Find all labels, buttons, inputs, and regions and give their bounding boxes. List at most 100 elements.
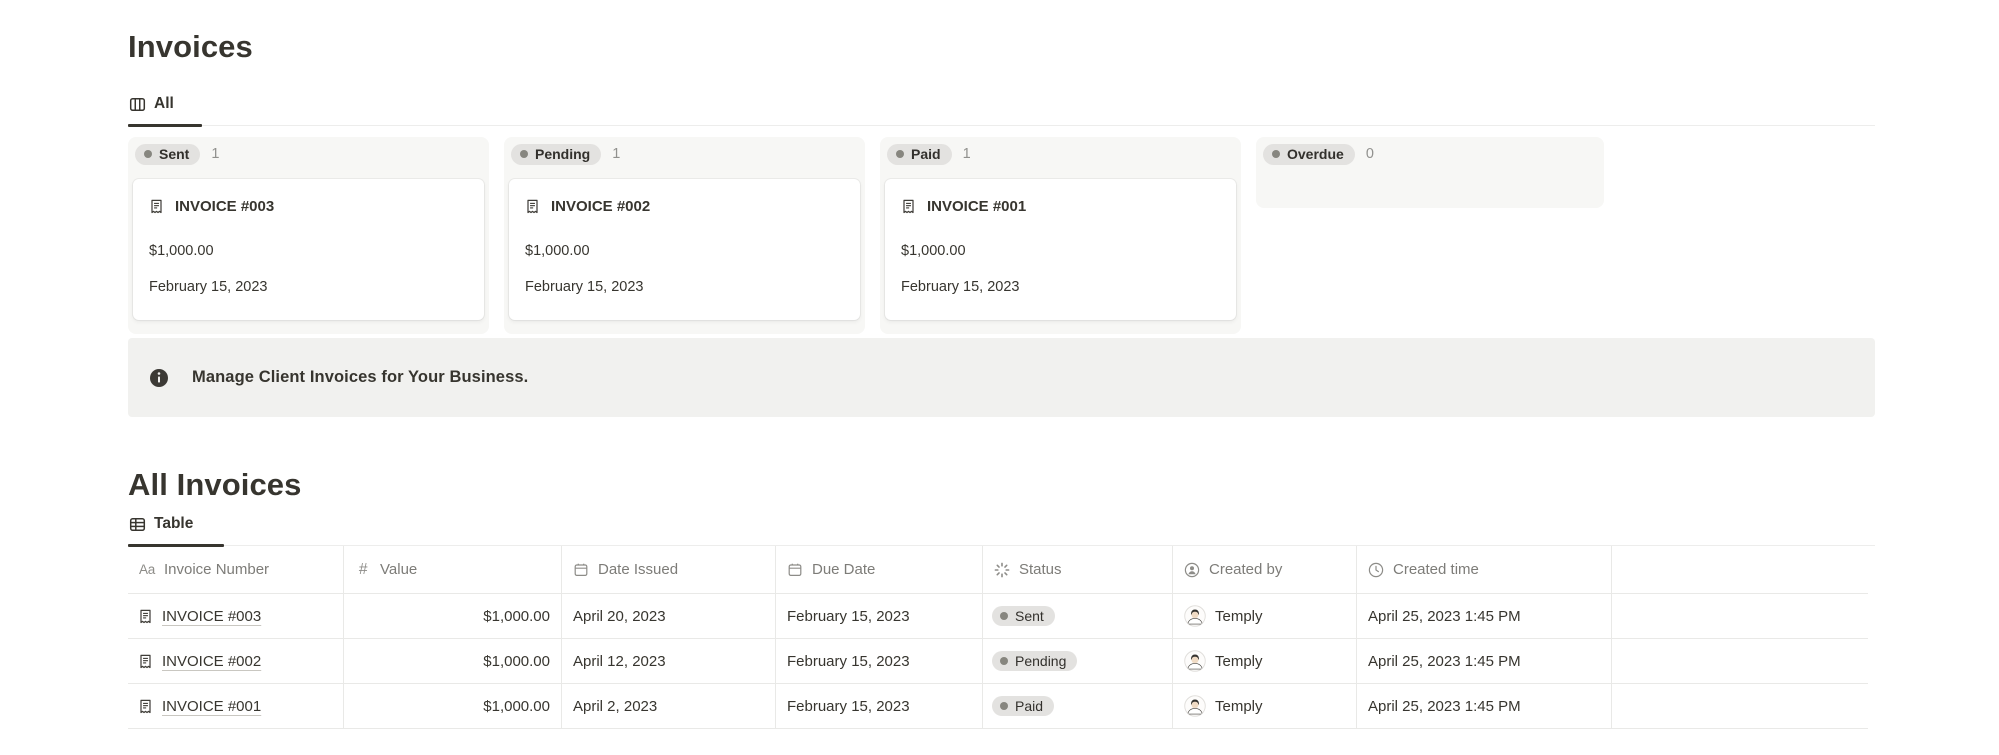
status-dot-icon (896, 150, 904, 158)
invoice-number-link[interactable]: INVOICE #003 (162, 608, 261, 625)
due-date-cell[interactable]: February 15, 2023 (775, 684, 982, 728)
tab-table[interactable]: Table (128, 515, 193, 545)
empty-column-header (1611, 546, 1868, 593)
tab-table-label: Table (154, 515, 193, 533)
calendar-icon (572, 562, 590, 578)
card-value: $1,000.00 (901, 243, 1220, 259)
date-issued-cell[interactable]: April 20, 2023 (561, 594, 775, 638)
value-cell[interactable]: $1,000.00 (343, 639, 561, 683)
info-icon (149, 368, 169, 388)
status-pill[interactable]: Overdue (1263, 144, 1355, 165)
board-column-header: Paid 1 (880, 137, 1241, 165)
created-by-text: Temply (1215, 608, 1263, 625)
status-spinner-icon (993, 562, 1011, 578)
column-label: Created by (1209, 561, 1282, 578)
status-pill-label: Sent (1015, 609, 1044, 624)
board-column-header: Pending 1 (504, 137, 865, 165)
column-label: Created time (1393, 561, 1479, 578)
receipt-icon (901, 199, 916, 214)
status-pill: Paid (992, 696, 1054, 717)
created-by-cell[interactable]: Temply (1172, 594, 1356, 638)
column-label: Due Date (812, 561, 875, 578)
avatar (1184, 650, 1206, 672)
table-column-header[interactable]: Aa Invoice Number (128, 546, 343, 593)
status-pill-label: Overdue (1287, 147, 1344, 162)
receipt-icon (138, 654, 153, 669)
table-view-icon (129, 516, 146, 533)
status-cell[interactable]: Paid (982, 684, 1172, 728)
due-date-cell[interactable]: February 15, 2023 (775, 639, 982, 683)
value-cell[interactable]: $1,000.00 (343, 684, 561, 728)
created-time-text: April 25, 2023 1:45 PM (1368, 698, 1521, 715)
status-pill-label: Paid (911, 147, 941, 162)
due-date-cell[interactable]: February 15, 2023 (775, 594, 982, 638)
column-icon-slot: # (354, 562, 372, 578)
status-pill[interactable]: Sent (135, 144, 200, 165)
created-time-cell[interactable]: April 25, 2023 1:45 PM (1356, 594, 1611, 638)
text-type-icon: Aa (138, 562, 156, 578)
table-column-header[interactable]: Created time (1356, 546, 1611, 593)
calendar-icon (786, 562, 804, 578)
table-column-header[interactable]: Status (982, 546, 1172, 593)
status-pill-label: Sent (159, 147, 189, 162)
status-pill: Sent (992, 606, 1055, 627)
card-title: INVOICE #003 (175, 198, 274, 215)
receipt-icon (138, 609, 153, 624)
board-column: Sent 1 INVOICE #003 $1,000.00 February 1… (128, 137, 489, 334)
invoice-card[interactable]: INVOICE #003 $1,000.00 February 15, 2023 (133, 179, 484, 320)
status-dot-icon (144, 150, 152, 158)
column-count: 1 (963, 146, 971, 162)
column-count: 1 (612, 146, 620, 162)
table-column-header[interactable]: # Value (343, 546, 561, 593)
table-column-header[interactable]: Due Date (775, 546, 982, 593)
date-issued-cell[interactable]: April 2, 2023 (561, 684, 775, 728)
table-column-header[interactable]: Created by (1172, 546, 1356, 593)
created-time-text: April 25, 2023 1:45 PM (1368, 608, 1521, 625)
invoices-table: Aa Invoice Number # Value Date Issued Du… (128, 546, 1868, 729)
created-by-text: Temply (1215, 698, 1263, 715)
invoice-card[interactable]: INVOICE #002 $1,000.00 February 15, 2023 (509, 179, 860, 320)
callout-text: Manage Client Invoices for Your Business… (192, 368, 528, 387)
status-cell[interactable]: Sent (982, 594, 1172, 638)
table-row: INVOICE #003 $1,000.00 April 20, 2023 Fe… (128, 594, 1868, 639)
callout: Manage Client Invoices for Your Business… (128, 338, 1875, 417)
card-title: INVOICE #001 (927, 198, 1026, 215)
created-by-cell[interactable]: Temply (1172, 684, 1356, 728)
invoice-number-cell[interactable]: INVOICE #003 (128, 594, 343, 638)
board-column: Overdue 0 (1256, 137, 1604, 208)
created-by-cell[interactable]: Temply (1172, 639, 1356, 683)
created-time-cell[interactable]: April 25, 2023 1:45 PM (1356, 684, 1611, 728)
status-pill[interactable]: Paid (887, 144, 952, 165)
card-value: $1,000.00 (149, 243, 468, 259)
status-pill[interactable]: Pending (511, 144, 601, 165)
invoice-number-cell[interactable]: INVOICE #001 (128, 684, 343, 728)
receipt-icon (149, 199, 164, 214)
avatar (1184, 695, 1206, 717)
clock-icon (1367, 562, 1385, 578)
tab-all[interactable]: All (128, 95, 174, 125)
invoice-number-link[interactable]: INVOICE #002 (162, 653, 261, 670)
column-icon-slot (786, 562, 804, 578)
invoice-card[interactable]: INVOICE #001 $1,000.00 February 15, 2023 (885, 179, 1236, 320)
column-count: 0 (1366, 146, 1374, 162)
board-column-header: Sent 1 (128, 137, 489, 165)
date-issued-cell[interactable]: April 12, 2023 (561, 639, 775, 683)
created-time-text: April 25, 2023 1:45 PM (1368, 653, 1521, 670)
column-icon-slot (572, 562, 590, 578)
empty-cell (1611, 639, 1868, 683)
value-text: $1,000.00 (483, 608, 550, 625)
column-cards: INVOICE #002 $1,000.00 February 15, 2023 (504, 179, 865, 320)
due-date-text: February 15, 2023 (787, 608, 910, 625)
board-column: Paid 1 INVOICE #001 $1,000.00 February 1… (880, 137, 1241, 334)
value-cell[interactable]: $1,000.00 (343, 594, 561, 638)
status-cell[interactable]: Pending (982, 639, 1172, 683)
invoice-number-link[interactable]: INVOICE #001 (162, 698, 261, 715)
column-cards: INVOICE #001 $1,000.00 February 15, 2023 (880, 179, 1241, 320)
empty-cell (1611, 684, 1868, 728)
status-pill-label: Pending (1015, 654, 1066, 669)
column-label: Status (1019, 561, 1062, 578)
created-time-cell[interactable]: April 25, 2023 1:45 PM (1356, 639, 1611, 683)
invoice-number-cell[interactable]: INVOICE #002 (128, 639, 343, 683)
receipt-icon (525, 199, 540, 214)
table-column-header[interactable]: Date Issued (561, 546, 775, 593)
